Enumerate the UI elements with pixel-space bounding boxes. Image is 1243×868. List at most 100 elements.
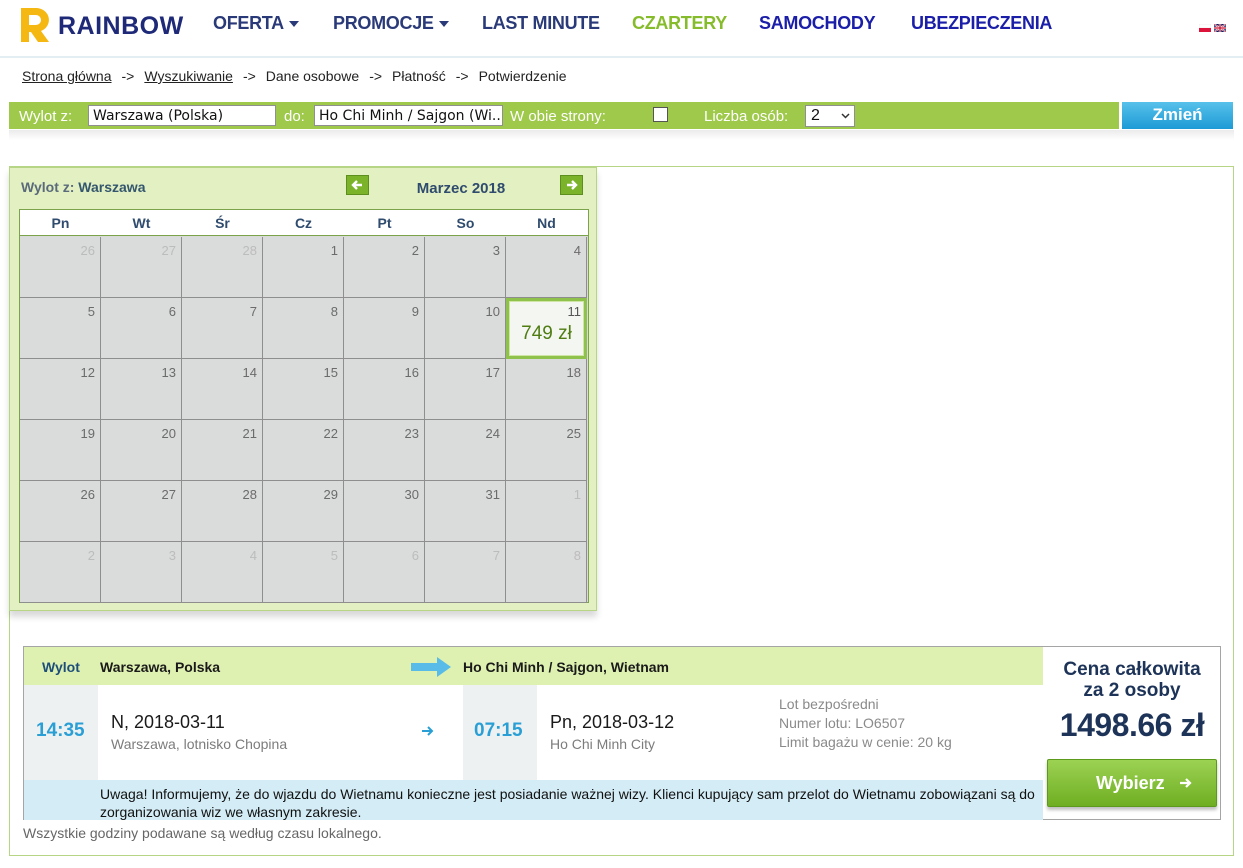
flight-baggage: Limit bagażu w cenie: 20 kg xyxy=(779,734,952,750)
visa-notice-text: Uwaga! Informujemy, że do wjazdu do Wiet… xyxy=(100,786,1035,820)
nav-samochody[interactable]: SAMOCHODY xyxy=(759,13,876,34)
calendar-day-number: 27 xyxy=(161,243,176,258)
calendar-from: Wylot z: Warszawa xyxy=(21,179,145,195)
calendar-day-number: 4 xyxy=(249,548,257,563)
to-input[interactable]: Ho Chi Minh / Sajgon (Wi... xyxy=(314,105,503,126)
calendar-day-number: 25 xyxy=(566,426,581,441)
flight-number: Numer lotu: LO6507 xyxy=(779,715,906,731)
calendar-day: 5 xyxy=(20,298,101,359)
price-title: Cena całkowita za 2 osoby xyxy=(1044,659,1220,701)
flight-route-header: Wylot Warszawa, Polska Ho Chi Minh / Saj… xyxy=(24,647,1043,685)
calendar-day: 1 xyxy=(263,237,344,298)
calendar-day-number: 23 xyxy=(404,426,419,441)
flight-offer: Wylot Warszawa, Polska Ho Chi Minh / Saj… xyxy=(23,646,1221,820)
calendar-day: 3 xyxy=(101,542,182,603)
calendar-day: 12 xyxy=(20,359,101,420)
weekday-so: So xyxy=(456,215,475,231)
price-title-line2: za 2 osoby xyxy=(1083,680,1181,701)
calendar-day: 8 xyxy=(263,298,344,359)
flight-from: Warszawa, Polska xyxy=(100,659,221,675)
rainbow-r-icon xyxy=(21,8,49,42)
calendar-day: 6 xyxy=(344,542,425,603)
breadcrumb-search[interactable]: Wyszukiwanie xyxy=(144,68,233,84)
persons-value: 2 xyxy=(811,107,820,124)
persons-select[interactable]: 2 xyxy=(805,105,855,127)
calendar-day-number: 11 xyxy=(567,304,582,319)
calendar-day: 7 xyxy=(425,542,506,603)
rainbow-logo[interactable]: RAINBOW xyxy=(18,6,188,44)
calendar-day: 27 xyxy=(101,481,182,542)
calendar-day: 28 xyxy=(182,481,263,542)
calendar-from-city: Warszawa xyxy=(78,179,146,195)
breadcrumb-home[interactable]: Strona główna xyxy=(22,68,112,84)
arrive-time: 07:15 xyxy=(474,720,523,741)
calendar-day-number: 1 xyxy=(573,487,581,502)
from-label: Wylot z: xyxy=(19,108,73,125)
nav-promocje[interactable]: PROMOCJE xyxy=(333,13,449,34)
persons-label: Liczba osób: xyxy=(704,108,789,125)
flight-direction-label: Wylot xyxy=(42,659,80,675)
site-header: RAINBOW OFERTA PROMOCJE LAST MINUTE CZAR… xyxy=(0,0,1243,58)
calendar-day-available[interactable]: 11 749 zł xyxy=(506,298,587,359)
flight-to: Ho Chi Minh / Sajgon, Wietnam xyxy=(463,659,669,675)
calendar-day-number: 8 xyxy=(573,548,581,563)
both-ways-checkbox[interactable] xyxy=(653,107,668,122)
calendar-day-price: 749 zł xyxy=(521,323,572,344)
weekday-wt: Wt xyxy=(132,215,151,231)
nav-last-minute[interactable]: LAST MINUTE xyxy=(482,13,600,34)
calendar-day-number: 9 xyxy=(411,304,419,319)
calendar-day-number: 8 xyxy=(330,304,338,319)
calendar-day: 14 xyxy=(182,359,263,420)
chevron-down-icon xyxy=(438,21,449,28)
previous-month-button[interactable] xyxy=(346,175,369,195)
calendar-day: 26 xyxy=(20,237,101,298)
next-month-button[interactable] xyxy=(560,175,583,195)
from-input[interactable]: Warszawa (Polska) xyxy=(88,105,276,126)
calendar-day: 22 xyxy=(263,420,344,481)
weekday-nd: Nd xyxy=(537,215,556,231)
arrow-right-icon xyxy=(422,726,434,736)
calendar-day: 26 xyxy=(20,481,101,542)
weekday-cz: Cz xyxy=(294,215,313,231)
uk-flag-icon[interactable] xyxy=(1214,24,1226,32)
calendar-month: Marzec 2018 xyxy=(416,180,506,197)
calendar-day-number: 12 xyxy=(80,365,95,380)
breadcrumb-confirm: Potwierdzenie xyxy=(478,68,567,84)
calendar-day-number: 17 xyxy=(485,365,500,380)
calendar-from-label: Wylot z: xyxy=(21,179,75,195)
nav-oferta[interactable]: OFERTA xyxy=(213,13,299,34)
calendar-day: 17 xyxy=(425,359,506,420)
polish-flag-icon[interactable] xyxy=(1199,24,1211,32)
calendar-day-number: 31 xyxy=(485,487,500,502)
calendar-day: 3 xyxy=(425,237,506,298)
calendar-day-number: 27 xyxy=(161,487,176,502)
change-search-button[interactable]: Zmień xyxy=(1122,102,1233,129)
calendar-day-number: 20 xyxy=(161,426,176,441)
calendar-day: 29 xyxy=(263,481,344,542)
chevron-down-icon xyxy=(288,21,299,28)
calendar-day: 5 xyxy=(263,542,344,603)
calendar-day: 4 xyxy=(182,542,263,603)
calendar-day: 13 xyxy=(101,359,182,420)
arrow-right-icon xyxy=(567,180,578,190)
select-flight-button[interactable]: Wybierz xyxy=(1047,759,1217,807)
calendar-day-number: 6 xyxy=(411,548,419,563)
calendar-day-number: 22 xyxy=(323,426,338,441)
calendar-day-number: 16 xyxy=(404,365,419,380)
search-bar-shadow xyxy=(9,130,1234,140)
calendar-day-number: 10 xyxy=(485,304,500,319)
calendar-day: 31 xyxy=(425,481,506,542)
both-ways-label: W obie strony: xyxy=(510,108,606,125)
calendar-day: 15 xyxy=(263,359,344,420)
depart-time: 14:35 xyxy=(36,720,85,741)
calendar-day: 2 xyxy=(344,237,425,298)
calendar-day-number: 30 xyxy=(404,487,419,502)
calendar-day-number: 7 xyxy=(249,304,257,319)
calendar-day-number: 19 xyxy=(80,426,95,441)
calendar-day: 28 xyxy=(182,237,263,298)
arrow-right-icon xyxy=(1180,778,1192,788)
nav-ubezpieczenia[interactable]: UBEZPIECZENIA xyxy=(911,13,1052,34)
weekday-pt: Pt xyxy=(377,215,392,231)
breadcrumb-separator: -> xyxy=(242,68,256,84)
nav-czartery[interactable]: CZARTERY xyxy=(632,13,727,34)
